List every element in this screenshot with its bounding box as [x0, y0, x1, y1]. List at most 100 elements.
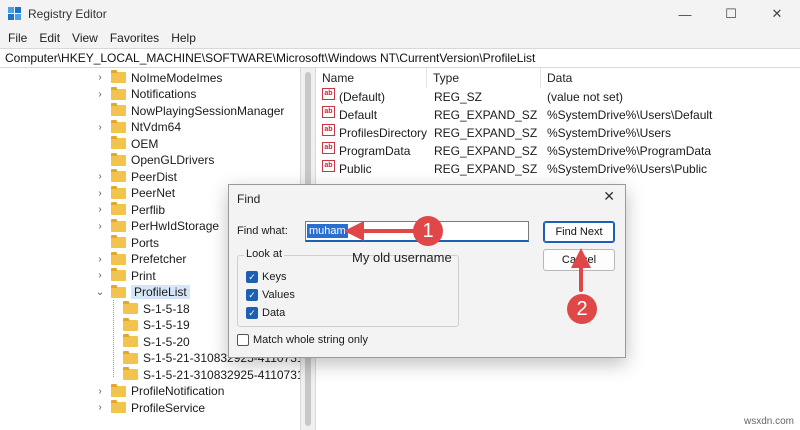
folder-icon	[123, 334, 138, 347]
chevron-right-icon[interactable]: ›	[95, 171, 105, 182]
menu-file[interactable]: File	[4, 31, 35, 45]
value-data: %SystemDrive%\Users\Default	[547, 108, 713, 122]
folder-icon	[111, 251, 126, 265]
tree-item[interactable]: › PerHwIdStorage	[95, 218, 219, 235]
match-whole-row[interactable]: Match whole string only	[237, 334, 368, 346]
find-what-label: Find what:	[237, 225, 288, 237]
value-row[interactable]: ab (Default) REG_SZ (value not set)	[316, 88, 800, 106]
values-checkbox-row[interactable]: ✓ Values	[246, 289, 295, 301]
folder-icon	[111, 103, 126, 116]
tree-item[interactable]: › PeerNet	[95, 185, 175, 202]
tree-guide-line	[113, 300, 114, 377]
tree-item[interactable]: S-1-5-21-310832925-41107318	[107, 366, 300, 383]
menu-favorites[interactable]: Favorites	[106, 31, 167, 45]
tree-item[interactable]: › PeerDist	[95, 168, 177, 185]
folder-icon	[111, 86, 126, 100]
look-at-label: Look at	[244, 248, 285, 260]
tree-item[interactable]: OEM	[95, 135, 158, 152]
registry-editor-icon	[8, 7, 22, 21]
folder-icon	[111, 119, 126, 133]
tree-item[interactable]: S-1-5-20	[107, 333, 190, 350]
menu-view[interactable]: View	[68, 31, 106, 45]
keys-checkbox-row[interactable]: ✓ Keys	[246, 271, 286, 283]
folder-icon	[111, 185, 126, 199]
string-value-icon: ab	[322, 142, 335, 154]
tree-item[interactable]: › Perflib	[95, 201, 165, 218]
tree-item-label: NoImeModeImes	[131, 70, 223, 85]
dialog-close-icon[interactable]: ✕	[603, 188, 615, 205]
find-dialog: Find ✕ Find what: muham Find Next Cancel…	[228, 184, 626, 358]
value-type: REG_EXPAND_SZ	[434, 108, 538, 122]
value-data: %SystemDrive%\Users	[547, 126, 672, 140]
chevron-right-icon[interactable]: ›	[95, 204, 105, 215]
chevron-right-icon[interactable]: ›	[95, 270, 105, 281]
chevron-right-icon[interactable]: ›	[95, 72, 105, 83]
folder-icon	[123, 317, 138, 331]
value-row[interactable]: ab Public REG_EXPAND_SZ %SystemDrive%\Users…	[316, 160, 800, 178]
value-name: ProfilesDirectory	[339, 126, 428, 140]
string-value-icon: ab	[322, 88, 335, 100]
chevron-right-icon[interactable]: ›	[95, 386, 105, 397]
cancel-button[interactable]: Cancel	[543, 249, 615, 271]
string-value-icon: ab	[322, 160, 335, 172]
tree-item[interactable]: OpenGLDrivers	[95, 152, 214, 169]
chevron-right-icon[interactable]: ›	[95, 188, 105, 199]
folder-icon	[123, 367, 138, 380]
values-checkbox[interactable]: ✓	[246, 289, 258, 301]
tree-item[interactable]: › ProfileService	[95, 399, 205, 416]
watermark: wsxdn.com	[743, 416, 794, 427]
keys-label: Keys	[262, 271, 287, 283]
minimize-button[interactable]: —	[662, 0, 708, 28]
tree-item[interactable]: › NoImeModeImes	[95, 69, 222, 86]
tree-item[interactable]: › NtVdm64	[95, 119, 181, 136]
window-title: Registry Editor	[28, 7, 107, 21]
data-checkbox-row[interactable]: ✓ Data	[246, 307, 285, 319]
tree-item-label: ProfileNotification	[131, 384, 225, 398]
close-button[interactable]: ✕	[754, 0, 800, 28]
tree-item[interactable]: › ProfileNotification	[95, 383, 224, 400]
column-header-name[interactable]: Name	[316, 68, 427, 88]
tree-item-label: S-1-5-20	[143, 334, 190, 349]
menu-help[interactable]: Help	[167, 31, 204, 45]
chevron-right-icon[interactable]: ›	[95, 122, 105, 133]
address-bar[interactable]: Computer\HKEY_LOCAL_MACHINE\SOFTWARE\Mic…	[0, 48, 800, 68]
data-checkbox[interactable]: ✓	[246, 307, 258, 319]
maximize-button[interactable]: ☐	[708, 0, 754, 28]
chevron-right-icon[interactable]: ›	[95, 254, 105, 265]
chevron-right-icon[interactable]: ›	[95, 221, 105, 232]
tree-item[interactable]: NowPlayingSessionManager	[95, 102, 284, 119]
value-row[interactable]: ab ProgramData REG_EXPAND_SZ %SystemDrive%\…	[316, 142, 800, 160]
tree-item-label: Ports	[131, 235, 160, 250]
value-row[interactable]: ab Default REG_EXPAND_SZ %SystemDrive%\User…	[316, 106, 800, 124]
tree-item-label: Print	[131, 268, 156, 283]
chevron-right-icon[interactable]: ›	[95, 402, 105, 413]
tree-item-label: NowPlayingSessionManager	[131, 103, 285, 118]
tree-item[interactable]: › Notifications	[95, 86, 196, 103]
value-name: Default	[339, 108, 378, 122]
chevron-down-icon[interactable]: ⌄	[95, 287, 105, 298]
folder-icon	[111, 235, 126, 248]
keys-checkbox[interactable]: ✓	[246, 271, 258, 283]
menu-edit[interactable]: Edit	[35, 31, 68, 45]
folder-icon	[111, 152, 126, 166]
find-next-button[interactable]: Find Next	[543, 221, 615, 243]
folder-icon	[111, 383, 126, 397]
tree-item[interactable]: › Prefetcher	[95, 251, 186, 268]
tree-item[interactable]: ⌄ ProfileList	[95, 284, 190, 301]
value-data: %SystemDrive%\ProgramData	[547, 144, 712, 158]
tree-item[interactable]: S-1-5-19	[107, 317, 190, 334]
tree-item-label: OpenGLDrivers	[131, 153, 215, 167]
folder-icon	[111, 70, 126, 83]
step-badge-2: 2	[567, 294, 597, 324]
chevron-right-icon[interactable]: ›	[95, 89, 105, 100]
folder-icon	[111, 268, 126, 281]
column-header-type[interactable]: Type	[427, 68, 541, 88]
value-row[interactable]: ab ProfilesDirectory REG_EXPAND_SZ %SystemD…	[316, 124, 800, 142]
match-whole-checkbox[interactable]	[237, 334, 249, 346]
tree-item-label: S-1-5-21-310832925-41107318	[143, 367, 300, 382]
tree-item[interactable]: Ports	[95, 234, 159, 251]
tree-item[interactable]: › Print	[95, 267, 156, 284]
value-data: (value not set)	[547, 90, 624, 104]
tree-item[interactable]: S-1-5-18	[107, 300, 190, 317]
column-header-data[interactable]: Data	[541, 68, 800, 88]
